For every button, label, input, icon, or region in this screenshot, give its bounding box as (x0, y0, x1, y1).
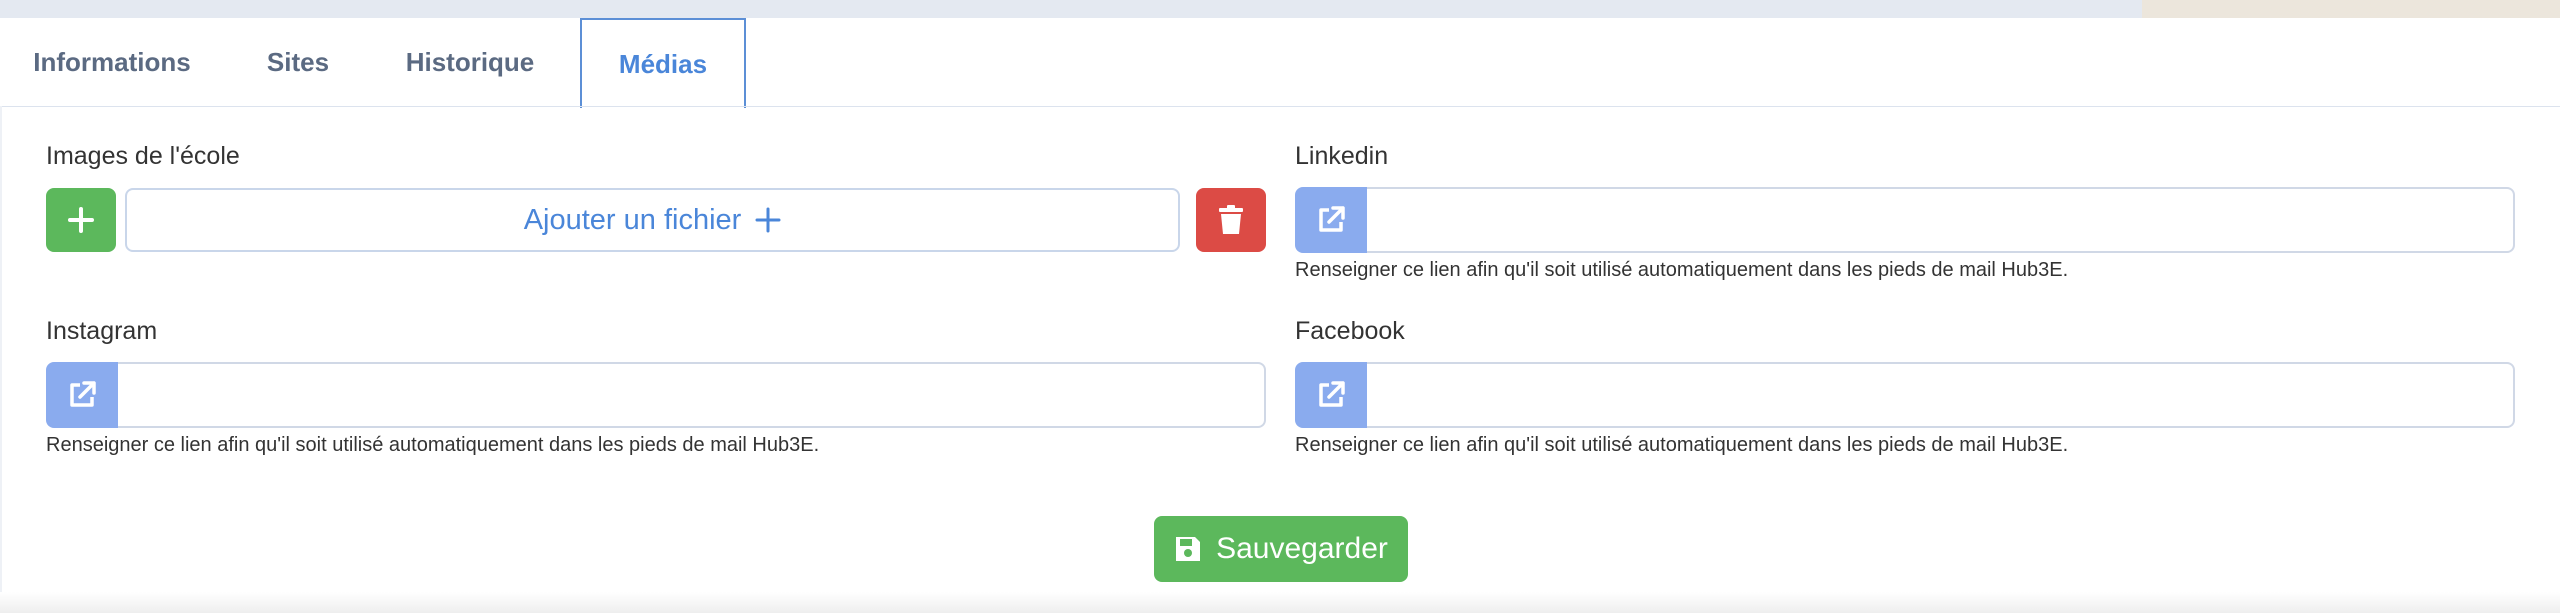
facebook-input[interactable] (1367, 362, 2515, 428)
save-label: Sauvegarder (1216, 532, 1388, 565)
instagram-label: Instagram (46, 317, 158, 345)
facebook-help-text: Renseigner ce lien afin qu'il soit utili… (1295, 434, 2069, 456)
linkedin-open-link[interactable] (1295, 187, 1367, 253)
instagram-input[interactable] (118, 362, 1266, 428)
floppy-disk-icon (1176, 537, 1201, 561)
add-image-button[interactable] (46, 188, 116, 252)
external-link-icon (1319, 381, 1345, 407)
plus-icon (68, 207, 94, 233)
facebook-input-group (1295, 362, 2515, 428)
instagram-open-link[interactable] (46, 362, 118, 428)
tab-label: Médias (618, 48, 708, 79)
add-file-label: Ajouter un fichier (523, 203, 742, 236)
external-link-icon (70, 381, 96, 407)
add-file-dropzone[interactable]: Ajouter un fichier (125, 188, 1180, 252)
tab-medias[interactable]: Médias (580, 18, 746, 108)
tab-label: Informations (33, 46, 191, 77)
facebook-open-link[interactable] (1295, 362, 1367, 428)
plus-icon (755, 207, 781, 233)
tab-divider (0, 106, 2560, 107)
tab-informations[interactable]: Informations (0, 18, 224, 106)
tab-historique[interactable]: Historique (372, 18, 568, 106)
panel-border (0, 106, 2, 613)
linkedin-input[interactable] (1367, 187, 2515, 253)
save-button[interactable]: Sauvegarder (1154, 516, 1408, 582)
tab-bar: Informations Sites Historique Médias (0, 18, 2560, 108)
linkedin-help-text: Renseigner ce lien afin qu'il soit utili… (1295, 259, 2069, 281)
external-link-icon (1319, 206, 1345, 232)
instagram-input-group (46, 362, 1266, 428)
tab-sites[interactable]: Sites (224, 18, 372, 106)
delete-image-button[interactable] (1196, 188, 1266, 252)
trash-icon (1219, 205, 1243, 234)
tab-label: Historique (405, 46, 535, 77)
linkedin-input-group (1295, 187, 2515, 253)
instagram-help-text: Renseigner ce lien afin qu'il soit utili… (46, 434, 820, 456)
bottom-shadow (0, 592, 2560, 613)
tab-label: Sites (266, 46, 330, 77)
facebook-label: Facebook (1295, 317, 1405, 345)
top-strip-accent (2142, 0, 2560, 18)
images-label: Images de l'école (46, 142, 240, 170)
linkedin-label: Linkedin (1295, 142, 1389, 170)
